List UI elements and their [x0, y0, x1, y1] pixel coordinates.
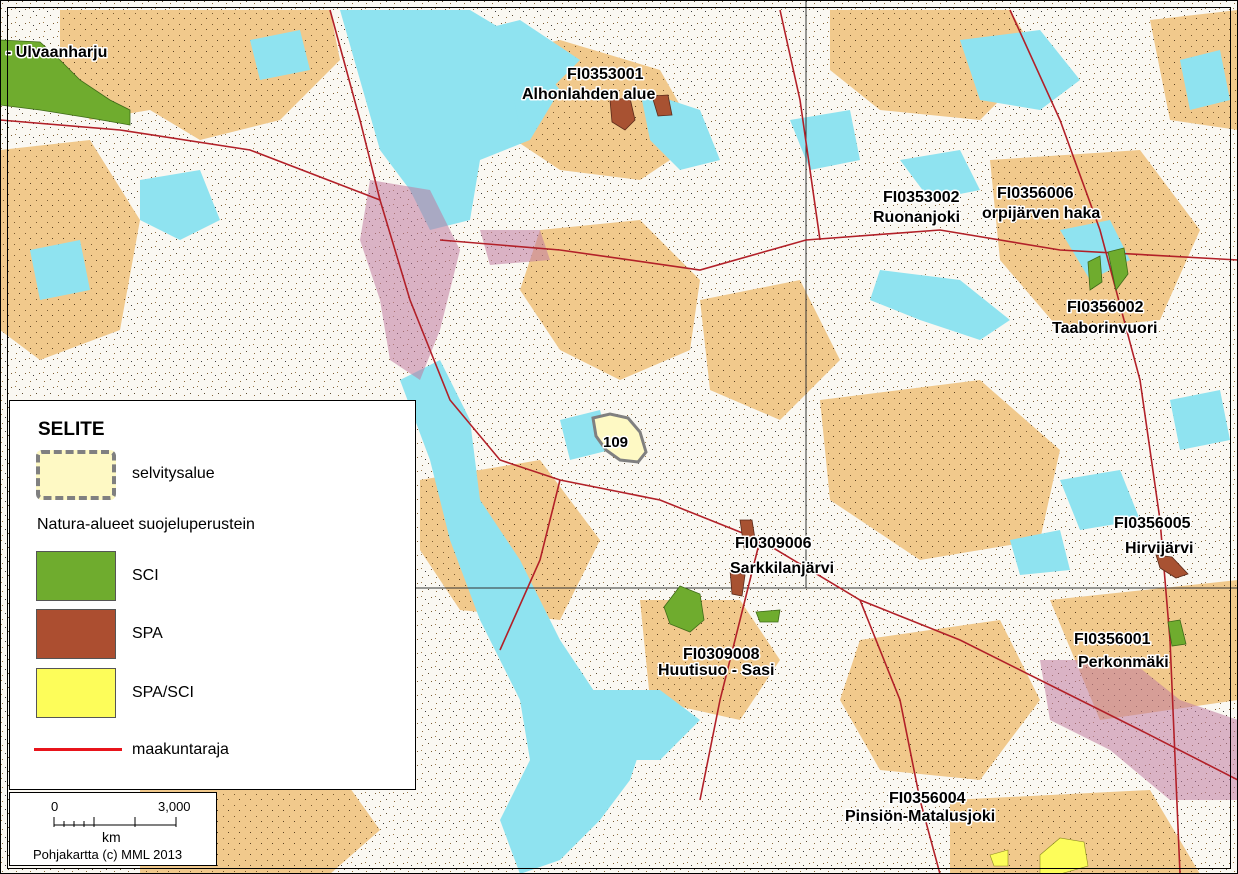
label-pinsion-matalusjoki: Pinsiön-Matalusjoki — [845, 808, 995, 825]
legend-swatch-sci — [36, 551, 116, 601]
label-site-109: 109 — [603, 434, 628, 451]
legend-label-spa: SPA — [132, 625, 163, 642]
label-fi0309006-code: FI0309006 — [735, 535, 812, 552]
scale-zero: 0 — [51, 799, 59, 814]
legend-swatch-spa-sci — [36, 668, 116, 718]
scale-max: 3,000 — [158, 799, 191, 814]
label-fi0356006-code: FI0356006 — [997, 185, 1074, 202]
legend-swatch-spa — [36, 609, 116, 659]
legend-label-sci: SCI — [132, 567, 159, 584]
basemap-credit: Pohjakartta (c) MML 2013 — [33, 847, 183, 862]
label-fi0353002-code: FI0353002 — [883, 189, 960, 206]
scale-ticks — [53, 817, 177, 827]
label-fi0356002-code: FI0356002 — [1067, 299, 1144, 316]
legend-label-spa-sci: SPA/SCI — [132, 684, 194, 701]
legend-label-study-area: selvitysalue — [132, 465, 215, 482]
legend-line-regional-border — [34, 748, 122, 751]
label-fi0353001-code: FI0353001 — [567, 66, 644, 83]
label-fi0356005-code: FI0356005 — [1114, 515, 1191, 532]
label-fi0356004-code: FI0356004 — [889, 790, 966, 807]
legend-panel: SELITE selvitysalue Natura-alueet suojel… — [9, 400, 416, 790]
label-alhonlahden-alue: Alhonlahden alue — [522, 86, 655, 103]
legend-title: SELITE — [38, 419, 105, 440]
legend-swatch-study-area — [36, 450, 116, 500]
label-ruonanjoki: Ruonanjoki — [873, 209, 960, 226]
label-fi0309008-code: FI0309008 — [683, 646, 760, 663]
label-taaborinvuori: Taaborinvuori — [1052, 320, 1158, 337]
label-ulvaanharju: - Ulvaanharju — [6, 44, 107, 61]
scale-unit: km — [102, 829, 121, 845]
label-hirvijarvi: Hirvijärvi — [1125, 540, 1193, 557]
label-perkonmaki: Perkonmäki — [1078, 654, 1169, 671]
label-sarkkilanjarvi: Sarkkilanjärvi — [730, 560, 834, 577]
legend-natura-heading: Natura-alueet suojeluperustein — [37, 516, 255, 533]
label-huutisuo-sasi: Huutisuo - Sasi — [658, 662, 774, 679]
legend-label-regional-border: maakuntaraja — [132, 741, 229, 758]
label-orpijarven-haka: orpijärven haka — [982, 205, 1100, 222]
label-fi0356001-code: FI0356001 — [1074, 631, 1151, 648]
scale-bar-panel: 0 3,000 km Pohjakartta (c) MML 2013 — [9, 792, 217, 866]
